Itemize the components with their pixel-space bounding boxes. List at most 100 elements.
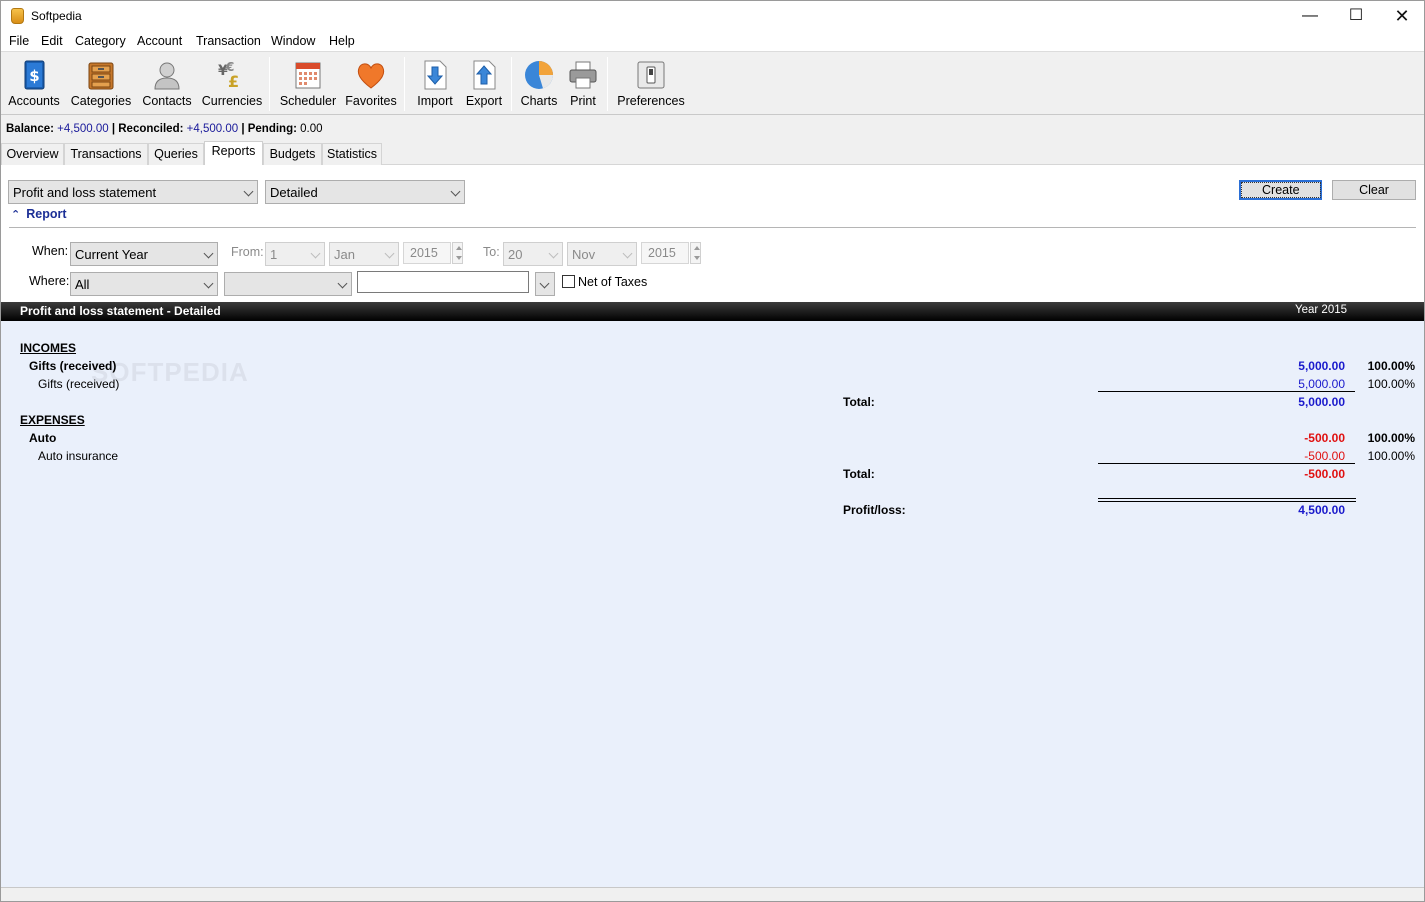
switch-icon [637, 61, 665, 89]
divider [9, 227, 1416, 228]
tab-overview[interactable]: Overview [1, 143, 64, 165]
toolbar: $ Accounts Categories Contacts ¥ € £ Cur… [1, 53, 1424, 115]
calendar-icon [295, 62, 321, 89]
report-title: Profit and loss statement - Detailed [20, 304, 221, 318]
where-sub-select[interactable] [224, 272, 352, 296]
expense-total-rule [1098, 463, 1355, 464]
report-options-panel: Profit and loss statement Detailed Creat… [1, 165, 1424, 302]
tab-bar: Overview Transactions Queries Reports Bu… [1, 141, 1424, 166]
profit-loss-value: 4,500.00 [1298, 503, 1345, 517]
preferences-button[interactable]: Preferences [615, 57, 687, 111]
to-month-select[interactable]: Nov [567, 242, 637, 266]
pending-value: 0.00 [300, 123, 323, 135]
tab-reports[interactable]: Reports [204, 141, 263, 166]
to-day-select[interactable]: 20 [503, 242, 563, 266]
from-year-spinner[interactable] [452, 242, 463, 264]
tab-queries[interactable]: Queries [148, 143, 204, 165]
expense-item-label: Auto insurance [38, 449, 119, 463]
expense-item-percent: 100.00% [1367, 449, 1415, 463]
minimize-button[interactable]: — [1287, 1, 1333, 31]
chevron-down-icon [548, 248, 559, 259]
export-button[interactable]: Export [461, 57, 507, 111]
expense-total-label: Total: [843, 467, 875, 481]
print-button[interactable]: Print [563, 57, 603, 111]
tab-budgets[interactable]: Budgets [263, 143, 322, 165]
net-of-taxes-checkbox[interactable] [562, 275, 575, 288]
chevron-down-icon [243, 186, 254, 197]
to-month-value: Nov [572, 247, 596, 262]
charts-button[interactable]: Charts [517, 57, 561, 111]
income-total-label: Total: [843, 395, 875, 409]
chevron-down-icon [384, 248, 395, 259]
income-group-percent: 100.00% [1367, 359, 1415, 373]
toolbar-separator [607, 57, 608, 111]
preferences-label: Preferences [617, 94, 685, 108]
income-total-value: 5,000.00 [1298, 395, 1345, 409]
expense-group-label: Auto [29, 431, 57, 445]
chevron-down-icon [310, 248, 321, 259]
menu-file[interactable]: File [9, 34, 29, 48]
menu-account[interactable]: Account [137, 34, 182, 48]
clear-button[interactable]: Clear [1332, 180, 1416, 200]
to-year-input[interactable]: 2015 [641, 242, 689, 264]
scheduler-button[interactable]: Scheduler [277, 57, 339, 111]
profit-double-rule-bottom [1098, 501, 1356, 502]
currencies-button[interactable]: ¥ € £ Currencies [201, 57, 263, 111]
when-select[interactable]: Current Year [70, 242, 218, 266]
where-text-input[interactable] [357, 271, 529, 293]
svg-text:$: $ [29, 67, 39, 85]
close-button[interactable]: ✕ [1379, 1, 1425, 31]
when-value: Current Year [75, 247, 148, 262]
where-dropdown-button[interactable] [535, 272, 555, 296]
chevron-down-icon [622, 248, 633, 259]
from-month-select[interactable]: Jan [329, 242, 399, 266]
categories-label: Categories [70, 94, 132, 108]
window-title: Softpedia [31, 9, 82, 23]
favorites-button[interactable]: Favorites [344, 57, 398, 111]
favorites-label: Favorites [345, 94, 397, 108]
accounts-button[interactable]: $ Accounts [5, 57, 63, 111]
from-year-input[interactable]: 2015 [403, 242, 451, 264]
profit-double-rule-top [1098, 498, 1356, 499]
export-label: Export [465, 94, 503, 108]
toolbar-separator [511, 57, 512, 111]
expense-total-value: -500.00 [1304, 467, 1345, 481]
expense-group-percent: 100.00% [1367, 431, 1415, 445]
maximize-button[interactable]: ☐ [1333, 1, 1379, 31]
menu-transaction[interactable]: Transaction [196, 34, 261, 48]
chevron-down-icon [337, 278, 348, 289]
categories-button[interactable]: Categories [69, 57, 133, 111]
report-type-select[interactable]: Profit and loss statement [8, 180, 258, 204]
incomes-heading: INCOMES [20, 341, 77, 355]
report-body: SOFTPEDIA INCOMES Gifts (received) 5,000… [1, 321, 1424, 887]
where-select[interactable]: All [70, 272, 218, 296]
contacts-button[interactable]: Contacts [139, 57, 195, 111]
from-day-select[interactable]: 1 [265, 242, 325, 266]
status-bar [1, 887, 1424, 901]
printer-icon [569, 61, 597, 89]
where-label: Where: [29, 274, 70, 288]
import-icon [424, 60, 447, 90]
net-of-taxes-label[interactable]: Net of Taxes [578, 275, 647, 289]
report-type-value: Profit and loss statement [13, 185, 157, 200]
tab-transactions[interactable]: Transactions [64, 143, 148, 165]
menu-bar: File Edit Category Account Transaction W… [1, 31, 1424, 52]
import-button[interactable]: Import [411, 57, 459, 111]
from-label: From: [231, 245, 264, 259]
report-section-toggle[interactable]: ⌃ Report [11, 207, 67, 221]
menu-edit[interactable]: Edit [41, 34, 63, 48]
create-button[interactable]: Create [1239, 180, 1322, 200]
app-icon [11, 8, 24, 24]
income-item-percent: 100.00% [1367, 377, 1415, 391]
person-icon [154, 62, 180, 90]
when-label: When: [32, 244, 69, 258]
menu-category[interactable]: Category [75, 34, 126, 48]
reconciled-value: +4,500.00 [186, 123, 239, 135]
to-year-spinner[interactable] [690, 242, 701, 264]
menu-help[interactable]: Help [329, 34, 355, 48]
tab-statistics[interactable]: Statistics [322, 143, 382, 165]
balance-summary: Balance: +4,500.00 | Reconciled: +4,500.… [6, 123, 323, 135]
menu-window[interactable]: Window [271, 34, 315, 48]
detail-level-select[interactable]: Detailed [265, 180, 465, 204]
from-month-value: Jan [334, 247, 355, 262]
